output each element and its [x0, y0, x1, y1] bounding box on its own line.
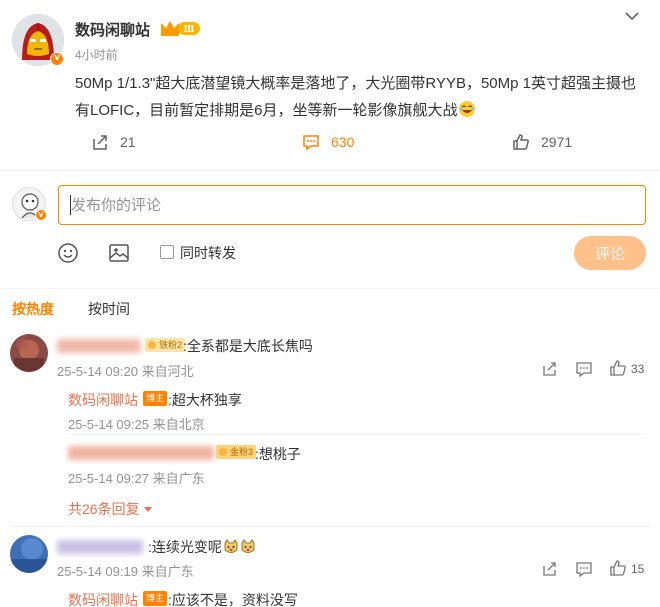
post-content: 50Mp 1/1.3"超大底潜望镜大概率是落地了，大光圈带RYYB，50Mp 1…: [75, 70, 650, 124]
chevron-down-icon[interactable]: [622, 8, 642, 24]
vip-level: Ⅲ: [184, 25, 195, 35]
like-button[interactable]: 2971: [511, 130, 572, 154]
thumbs-up-icon[interactable]: [609, 559, 627, 577]
repost-icon: [93, 135, 107, 150]
thumbs-up-icon[interactable]: [609, 359, 627, 377]
tab-sort-hot[interactable]: 按热度: [12, 299, 54, 319]
comment-text: :全系都是大底长焦吗: [183, 338, 313, 354]
comment-meta: 25-5-14 09:19 来自广东: [57, 564, 194, 579]
more-replies-link[interactable]: 共26条回复: [68, 499, 152, 519]
comment-input[interactable]: [58, 185, 646, 225]
divider: [0, 288, 660, 289]
laughing-emoji-icon: [458, 101, 475, 117]
repost-checkbox[interactable]: [160, 245, 174, 259]
comment-count: 630: [331, 134, 355, 150]
fan-badge: 铁粉2: [145, 338, 186, 352]
like-count: 2971: [541, 134, 573, 150]
comment-like-count: 15: [631, 562, 645, 576]
emoji-picker-icon[interactable]: [57, 242, 79, 264]
reply-text: :想桃子: [255, 446, 301, 462]
author-name[interactable]: 数码闲聊站: [75, 19, 150, 40]
verified-badge-icon: v: [50, 52, 64, 66]
comment-text: :连续光变呢: [148, 539, 222, 555]
verified-badge-icon: v: [35, 209, 47, 221]
commenter-avatar[interactable]: [10, 334, 48, 372]
repost-button[interactable]: 21: [90, 130, 136, 154]
repost-checkbox-label: 同时转发: [180, 245, 236, 261]
commenter-name-redacted[interactable]: [57, 540, 143, 554]
cat-emoji-icon: [241, 539, 255, 553]
fan-badge: 金粉3: [216, 445, 257, 459]
post-time[interactable]: 4小时前: [75, 46, 118, 63]
reply-meta: 25-5-14 09:25 来自北京: [68, 417, 205, 432]
repost-icon[interactable]: [541, 560, 559, 578]
reply-text: :应该不是，资料没写: [168, 592, 298, 607]
comment-body: :连续光变呢: [148, 537, 256, 557]
reply-author-name[interactable]: 数码闲聊站: [68, 590, 138, 607]
divider: [68, 434, 644, 435]
image-upload-icon[interactable]: [108, 242, 130, 264]
repost-count: 21: [120, 134, 136, 150]
comment-meta: 25-5-14 09:20 来自河北: [57, 364, 194, 379]
reply-meta: 25-5-14 09:27 来自广东: [68, 471, 205, 486]
text-caret: [70, 195, 71, 215]
divider: [0, 170, 660, 171]
author-tag: 博主: [143, 391, 168, 406]
blurred-avatar-icon: [10, 334, 48, 372]
commenter-name-redacted[interactable]: [57, 339, 141, 353]
comment-icon: [303, 135, 319, 151]
thumbs-up-icon: [513, 134, 529, 150]
comment-like-count: 33: [631, 362, 645, 376]
commenter-avatar[interactable]: [10, 535, 48, 573]
cat-emoji-icon: [224, 539, 238, 553]
reply-author-redacted[interactable]: [68, 446, 214, 460]
vip-crown-badge-icon[interactable]: Ⅲ: [159, 18, 201, 38]
reply-icon[interactable]: [575, 360, 593, 378]
submit-comment-button[interactable]: 评论: [574, 236, 646, 270]
comment-button[interactable]: 630: [301, 130, 354, 154]
post-text: 50Mp 1/1.3"超大底潜望镜大概率是落地了，大光圈带RYYB，50Mp 1…: [75, 75, 636, 119]
blurred-avatar-icon: [10, 535, 48, 573]
reply-text: :超大杯独享: [168, 392, 242, 408]
tab-sort-time[interactable]: 按时间: [88, 299, 130, 319]
repost-icon[interactable]: [541, 360, 559, 378]
author-tag: 博主: [143, 591, 168, 606]
reply-icon[interactable]: [575, 560, 593, 578]
reply-author-name[interactable]: 数码闲聊站: [68, 390, 138, 410]
divider: [10, 526, 650, 527]
